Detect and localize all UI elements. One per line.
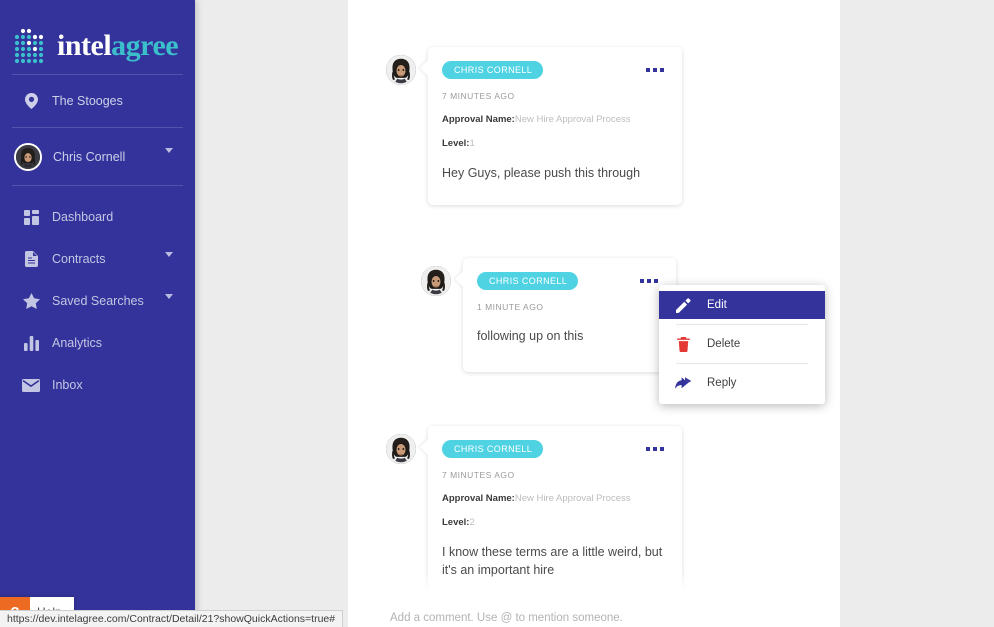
bar-chart-icon	[20, 335, 42, 351]
dashboard-grid-icon	[20, 209, 42, 225]
level-value: 1	[469, 138, 475, 149]
sidebar-user-menu[interactable]: Chris Cornell	[0, 128, 195, 185]
level-label: Level:	[442, 516, 470, 528]
logo-dots-icon	[14, 28, 44, 64]
menu-item-edit[interactable]: Edit	[659, 291, 825, 319]
author-badge: CHRIS CORNELL	[442, 61, 544, 79]
trash-icon	[659, 336, 707, 352]
comment-approval-name: Approval Name:New Hire Approval Process	[442, 114, 666, 125]
comment-body: I know these terms are a little weird, b…	[442, 544, 663, 578]
comment-level: Level:2	[442, 517, 666, 528]
menu-separator	[676, 324, 808, 325]
comment-header: CHRIS CORNELL	[477, 271, 660, 290]
author-badge: CHRIS CORNELL	[477, 271, 579, 290]
comment-timestamp: 7 MINUTES AGO	[442, 91, 515, 101]
comment-bubble: CHRIS CORNELL 1 MINUTE AGO following up …	[463, 257, 676, 372]
brand-word-2: agree	[111, 29, 179, 62]
comment-header: CHRIS CORNELL	[442, 61, 666, 79]
sidebar-item-dashboard[interactable]: Dashboard	[0, 196, 195, 238]
sidebar-item-label: Saved Searches	[52, 294, 144, 308]
chevron-down-icon	[165, 252, 173, 271]
comment-item: CHRIS CORNELL 7 MINUTES AGO Approval Nam…	[348, 0, 840, 205]
sidebar-item-inbox[interactable]: Inbox	[0, 364, 195, 406]
pencil-icon	[659, 297, 707, 313]
app-root: intelagree The Stooges Chris Cornell Das…	[0, 0, 994, 627]
star-icon	[20, 293, 42, 309]
comment-actions-menu: Edit Delete Reply	[659, 285, 825, 404]
sidebar-item-analytics[interactable]: Analytics	[0, 322, 195, 364]
reply-arrow-icon	[659, 376, 707, 390]
location-pin-icon	[20, 93, 42, 109]
avatar	[386, 55, 416, 85]
sidebar-item-label: Dashboard	[52, 210, 114, 224]
avatar	[14, 142, 42, 171]
sidebar-user-name: Chris Cornell	[53, 149, 126, 164]
add-comment-placeholder: Add a comment. Use @ to mention someone.	[390, 612, 623, 624]
chevron-down-icon	[165, 294, 173, 313]
sidebar-item-contracts[interactable]: Contracts	[0, 238, 195, 280]
menu-item-label: Delete	[707, 338, 741, 350]
brand-wordmark: intelagree	[57, 29, 179, 62]
comment-header: CHRIS CORNELL	[442, 439, 666, 458]
chevron-down-icon	[165, 148, 173, 167]
sidebar: intelagree The Stooges Chris Cornell Das…	[0, 0, 195, 627]
ellipsis-icon[interactable]	[638, 275, 660, 287]
author-badge: CHRIS CORNELL	[442, 439, 544, 458]
comment-level: Level:1	[442, 138, 666, 149]
menu-item-delete[interactable]: Delete	[659, 330, 825, 358]
brand-logo[interactable]: intelagree	[0, 0, 195, 74]
comment-timestamp: 1 MINUTE AGO	[477, 301, 544, 312]
approval-name-label: Approval Name:	[442, 114, 515, 125]
sidebar-org-selector[interactable]: The Stooges	[0, 75, 195, 127]
comment-body: Hey Guys, please push this through	[442, 166, 641, 180]
avatar	[421, 265, 451, 296]
envelope-icon	[20, 378, 42, 392]
sidebar-item-label: Inbox	[52, 378, 83, 392]
add-comment-field[interactable]: Add a comment. Use @ to mention someone.	[348, 591, 840, 627]
sidebar-item-label: Analytics	[52, 336, 103, 350]
comment-bubble: CHRIS CORNELL 7 MINUTES AGO Approval Nam…	[428, 425, 682, 602]
brand-word-1: intel	[57, 29, 112, 62]
sidebar-nav: Dashboard Contracts Saved Searches Analy…	[0, 186, 195, 406]
level-value: 2	[469, 516, 475, 528]
ellipsis-icon[interactable]	[644, 64, 666, 76]
approval-name-label: Approval Name:	[442, 492, 515, 504]
avatar	[386, 433, 416, 464]
approval-name-value: New Hire Approval Process	[514, 492, 631, 504]
menu-item-reply[interactable]: Reply	[659, 369, 825, 397]
sidebar-org-label: The Stooges	[52, 94, 123, 108]
comment-bubble: CHRIS CORNELL 7 MINUTES AGO Approval Nam…	[428, 47, 682, 205]
document-icon	[20, 251, 42, 267]
menu-separator	[676, 363, 808, 364]
comment-timestamp: 7 MINUTES AGO	[442, 469, 515, 480]
ellipsis-icon[interactable]	[644, 443, 666, 455]
menu-item-label: Reply	[707, 377, 737, 389]
menu-item-label: Edit	[707, 299, 727, 311]
approval-name-value: New Hire Approval Process	[514, 114, 631, 125]
page-gutter	[195, 0, 348, 627]
sidebar-item-saved-searches[interactable]: Saved Searches	[0, 280, 195, 322]
browser-status-bar: https://dev.intelagree.com/Contract/Deta…	[0, 610, 344, 627]
comment-item: CHRIS CORNELL 7 MINUTES AGO Approval Nam…	[348, 372, 840, 602]
status-bar-url: https://dev.intelagree.com/Contract/Deta…	[7, 613, 336, 625]
comment-approval-name: Approval Name:New Hire Approval Process	[442, 493, 666, 504]
comment-body: following up on this	[477, 328, 584, 343]
level-label: Level:	[442, 138, 470, 149]
sidebar-item-label: Contracts	[52, 252, 106, 266]
